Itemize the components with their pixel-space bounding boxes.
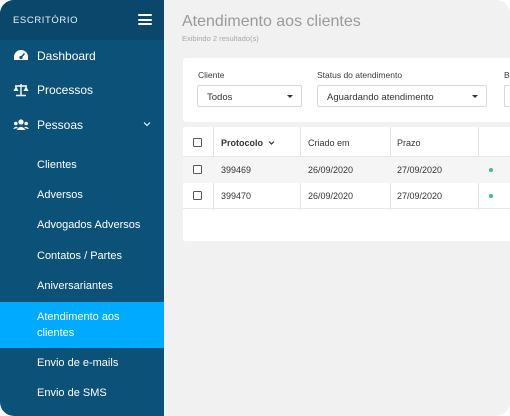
page-title: Atendimento aos clientes (182, 13, 361, 30)
cell-criado-em: 26/09/2020 (308, 191, 354, 201)
sidebar-item-label: Pessoas (37, 118, 84, 132)
sidebar-subitem-label: Atendimento aos (37, 311, 120, 323)
chevron-down-icon (143, 122, 151, 127)
sidebar-item-label: Dashboard (37, 49, 96, 63)
filter-panel: Cliente Todos Status do atendimento Agua… (183, 58, 510, 122)
cell-prazo: 27/09/2020 (397, 191, 443, 201)
sidebar-item-pessoas[interactable]: Pessoas (0, 108, 164, 142)
sidebar-subitem-aniversariantes[interactable]: Aniversariantes (0, 271, 164, 301)
sidebar-subitem-contatos-partes[interactable]: Contatos / Partes (0, 241, 164, 271)
scales-icon (13, 84, 29, 97)
sidebar-subitem-label: Envio de e-mails (37, 357, 119, 369)
table-row[interactable]: 399469 26/09/2020 27/09/2020 (183, 157, 510, 183)
cliente-select[interactable]: Todos (197, 85, 302, 107)
caret-down-icon (287, 95, 293, 98)
sidebar-subitem-label: Envio de SMS (37, 387, 107, 399)
sidebar-header: ESCRITÓRIO (0, 0, 164, 40)
app-window: ESCRITÓRIO Dashboard Processos Pessoas C… (0, 0, 510, 416)
status-dot-icon (489, 194, 493, 198)
column-header-protocolo[interactable]: Protocolo (221, 138, 275, 148)
cell-prazo: 27/09/2020 (397, 165, 443, 175)
results-count: Exibindo 2 resultado(s) (182, 34, 259, 43)
sidebar-item-processos[interactable]: Processos (0, 73, 164, 107)
sidebar-subitem-label: Contatos / Partes (37, 250, 122, 262)
sidebar-subitem-clientes[interactable]: Clientes (0, 150, 164, 180)
status-select-value: Aguardando atendimento (327, 92, 434, 103)
partial-select[interactable] (504, 85, 510, 107)
row-checkbox[interactable] (193, 165, 202, 174)
sidebar: ESCRITÓRIO Dashboard Processos Pessoas C… (0, 0, 164, 416)
sidebar-subitem-label: Clientes (37, 159, 77, 171)
sidebar-subitem-label: clientes (37, 327, 75, 339)
caret-down-icon (472, 95, 478, 98)
sidebar-subitem-envio-emails[interactable]: Envio de e-mails (0, 348, 164, 378)
results-table: Protocolo Criado em Prazo 399469 26/09/2… (183, 127, 510, 241)
chevron-down-icon (268, 141, 274, 145)
column-header-prazo[interactable]: Prazo (397, 138, 421, 148)
select-all-checkbox[interactable] (193, 138, 202, 147)
speedometer-icon (14, 50, 28, 60)
main-content: Atendimento aos clientes Exibindo 2 resu… (164, 0, 510, 416)
cliente-select-value: Todos (207, 92, 233, 103)
sidebar-subitem-envio-sms[interactable]: Envio de SMS (0, 378, 164, 408)
sidebar-subitem-label: Advogados Adversos (37, 219, 141, 231)
sidebar-subitem-adversos[interactable]: Adversos (0, 180, 164, 210)
filter-label-status: Status do atendimento (317, 70, 403, 80)
sidebar-subitem-advogados-adversos[interactable]: Advogados Adversos (0, 210, 164, 240)
cell-criado-em: 26/09/2020 (308, 165, 354, 175)
cell-protocolo: 399469 (221, 165, 252, 175)
status-dot-icon (489, 168, 493, 172)
users-icon (13, 119, 29, 130)
column-header-label: Protocolo (221, 138, 263, 148)
status-select[interactable]: Aguardando atendimento (317, 85, 487, 107)
sidebar-subitem-atendimento-clientes[interactable]: Atendimento aos clientes (0, 302, 164, 348)
table-row[interactable]: 399470 26/09/2020 27/09/2020 (183, 183, 510, 209)
sidebar-subitem-label: Adversos (37, 189, 83, 201)
brand-label: ESCRITÓRIO (13, 15, 79, 26)
column-header-criado-em[interactable]: Criado em (308, 138, 350, 148)
sidebar-subitem-label: Aniversariantes (37, 280, 113, 292)
row-checkbox[interactable] (193, 191, 202, 200)
sidebar-item-label: Processos (37, 83, 94, 97)
filter-label-partial: B (504, 70, 510, 80)
table-header: Protocolo Criado em Prazo (183, 127, 510, 157)
filter-label-cliente: Cliente (198, 70, 225, 80)
hamburger-menu-icon[interactable] (138, 14, 152, 25)
cell-protocolo: 399470 (221, 191, 252, 201)
sidebar-item-dashboard[interactable]: Dashboard (0, 39, 164, 73)
